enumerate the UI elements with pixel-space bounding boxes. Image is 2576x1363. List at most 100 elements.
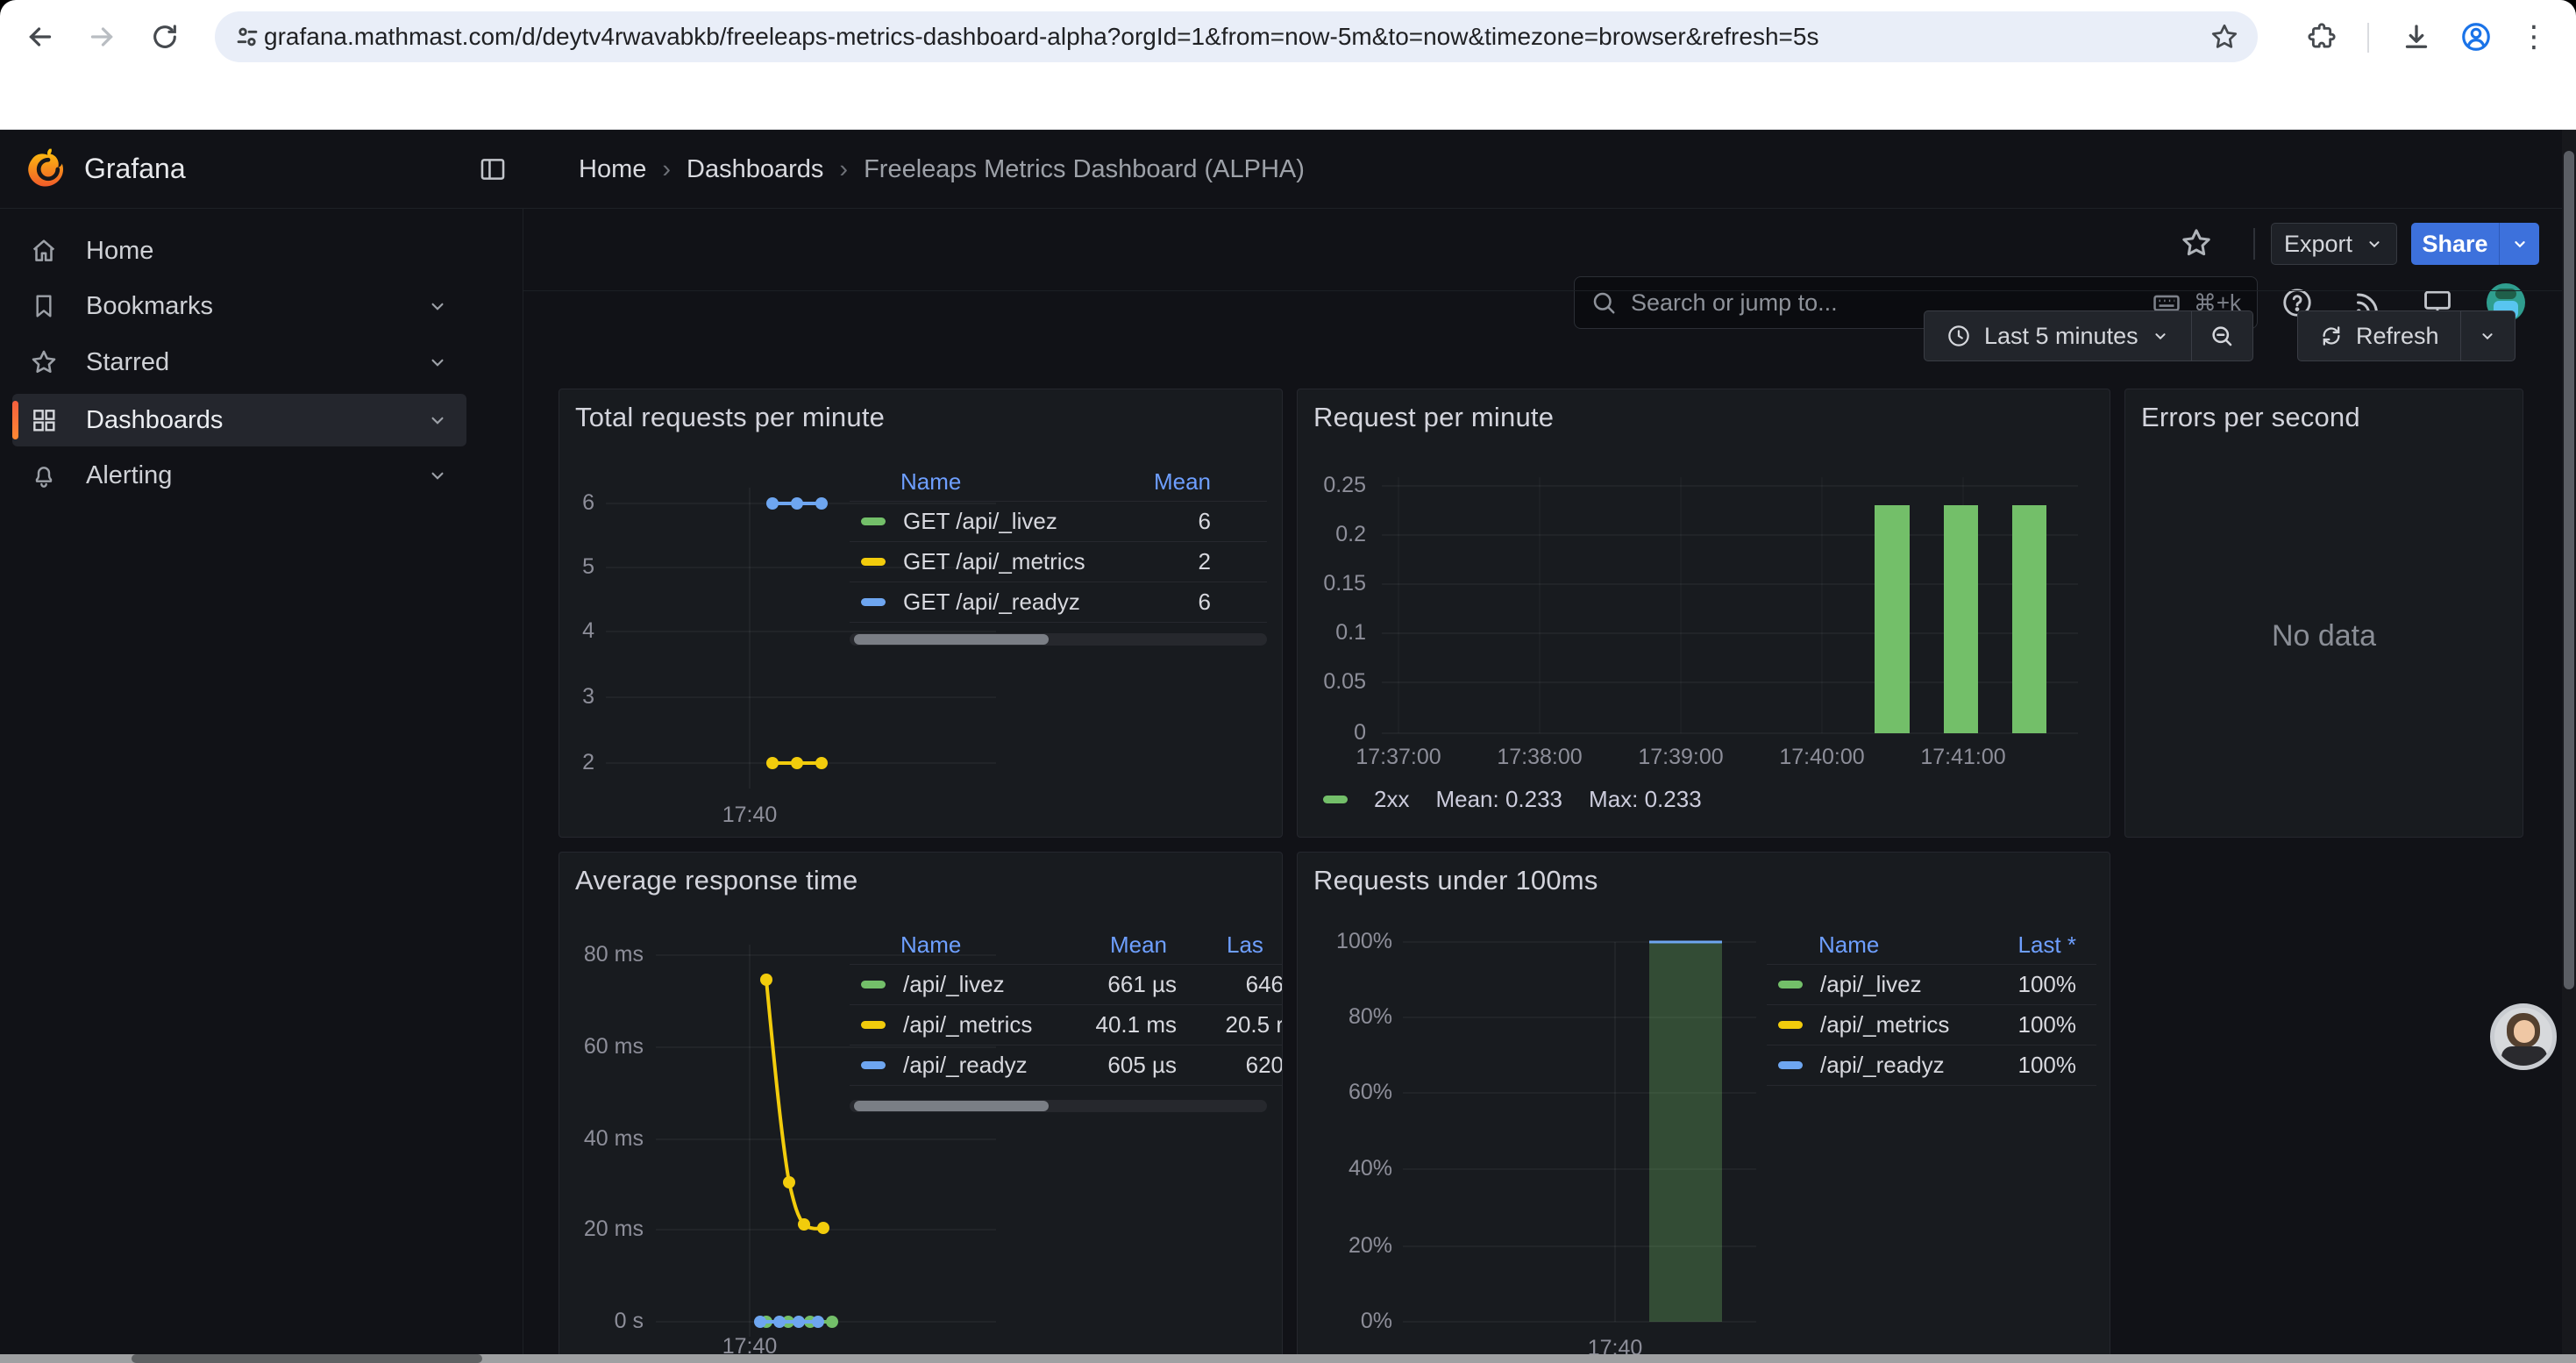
chevron-down-icon[interactable] xyxy=(426,464,449,487)
legend-row[interactable]: GET /api/_livez 6 xyxy=(850,502,1267,542)
bookmark-star-icon[interactable] xyxy=(2209,21,2240,53)
zoom-out-icon xyxy=(2209,323,2235,349)
sidebar-item-home[interactable]: Home xyxy=(12,225,466,277)
extensions-icon[interactable] xyxy=(2297,12,2346,61)
sidebar-item-dashboards[interactable]: Dashboards xyxy=(12,394,466,446)
share-menu-button[interactable] xyxy=(2499,223,2539,265)
legend-row[interactable]: /api/_readyz 605 µs 620 xyxy=(850,1045,1283,1086)
panel-request-per-minute: Request per minute 0.25 0.2 0.15 0.1 0.0… xyxy=(1297,389,2110,838)
y-tick: 40 ms xyxy=(559,1125,644,1152)
chevron-down-icon xyxy=(2365,234,2384,253)
panel-total-requests-per-minute: Total requests per minute 6 5 4 3 2 17:4… xyxy=(559,389,1283,838)
legend-row[interactable]: /api/_livez 661 µs 646 xyxy=(850,965,1283,1005)
sidebar-item-starred[interactable]: Starred xyxy=(12,336,466,389)
x-tick: 17:39:00 xyxy=(1619,744,1742,770)
col-last[interactable]: Last * xyxy=(2018,931,2097,959)
grafana-logo-icon[interactable] xyxy=(25,144,72,195)
legend-row[interactable]: /api/_livez 100% xyxy=(1767,965,2096,1005)
browser-toolbar: ⋮ xyxy=(0,0,2576,74)
reload-icon[interactable] xyxy=(140,12,189,61)
y-tick: 0.15 xyxy=(1298,570,1366,596)
sidebar-item-label: Home xyxy=(86,237,153,266)
series-mean: 2 xyxy=(1199,548,1267,575)
sidebar-item-label: Dashboards xyxy=(86,406,223,435)
y-tick: 0.05 xyxy=(1298,668,1366,695)
legend-table: Name Mean Las /api/_livez 661 µs 646 /ap… xyxy=(850,926,1283,1086)
col-name[interactable]: Name xyxy=(900,931,1050,959)
legend-row[interactable]: /api/_readyz 100% xyxy=(1767,1045,2096,1086)
legend-header: Name Mean xyxy=(850,463,1267,502)
series-mean: Mean: 0.233 xyxy=(1435,786,1562,813)
panel-title[interactable]: Errors per second xyxy=(2141,402,2360,433)
series-swatch xyxy=(861,598,886,606)
sidebar-item-bookmarks[interactable]: Bookmarks xyxy=(12,280,466,332)
assistant-avatar[interactable] xyxy=(2490,1003,2557,1070)
col-last[interactable]: Las xyxy=(1167,931,1281,959)
breadcrumb-home[interactable]: Home xyxy=(579,155,646,184)
dashboards-grid-icon xyxy=(28,406,60,434)
col-mean[interactable]: Mean xyxy=(1050,931,1167,959)
series-last: 100% xyxy=(2018,1011,2097,1038)
refresh-controls: Refresh xyxy=(2297,310,2516,361)
zoom-out-button[interactable] xyxy=(2191,311,2252,360)
y-tick: 20 ms xyxy=(559,1216,644,1242)
series-last: 100% xyxy=(2018,1052,2097,1079)
time-controls: Last 5 minutes xyxy=(1924,310,2253,361)
chevron-down-icon[interactable] xyxy=(426,409,449,432)
legend-row[interactable]: /api/_metrics 100% xyxy=(1767,1005,2096,1045)
actions-divider xyxy=(2253,228,2255,260)
legend[interactable]: 2xx Mean: 0.233 Max: 0.233 xyxy=(1323,786,1702,813)
legend-header: Name Mean Las xyxy=(850,926,1283,965)
series-swatch xyxy=(861,558,886,566)
bookmark-icon xyxy=(28,292,60,320)
back-icon[interactable] xyxy=(16,12,65,61)
horizontal-scrollbar[interactable] xyxy=(0,1354,2576,1363)
star-icon xyxy=(28,347,60,377)
share-button-group: Share xyxy=(2411,223,2539,265)
browser-menu-icon[interactable]: ⋮ xyxy=(2509,12,2558,61)
share-button[interactable]: Share xyxy=(2411,223,2499,265)
time-range-picker[interactable]: Last 5 minutes xyxy=(1925,311,2191,360)
screen: ⋮ Freeleaps 收藏博客 Grafana xyxy=(0,0,2576,1363)
grafana-header: Grafana Home › Dashboards › Freeleaps Me… xyxy=(0,130,2576,209)
favorite-star-icon[interactable] xyxy=(2177,224,2216,262)
export-button[interactable]: Export xyxy=(2271,223,2397,265)
sidebar-item-alerting[interactable]: Alerting xyxy=(12,449,466,502)
sidebar-item-label: Bookmarks xyxy=(86,292,213,321)
legend-row[interactable]: GET /api/_metrics 2 xyxy=(850,542,1267,582)
bell-icon xyxy=(28,461,60,489)
breadcrumb-dashboards[interactable]: Dashboards xyxy=(687,155,823,184)
url-input[interactable] xyxy=(262,22,2209,52)
series-name: /api/_metrics xyxy=(903,1011,1035,1038)
downloads-icon[interactable] xyxy=(2392,12,2441,61)
y-tick: 60 ms xyxy=(559,1033,644,1060)
sidebar-item-label: Alerting xyxy=(86,461,172,490)
col-name[interactable]: Name xyxy=(1818,931,2018,959)
col-name[interactable]: Name xyxy=(900,468,1154,496)
col-mean[interactable]: Mean xyxy=(1154,468,1267,496)
forward-icon[interactable] xyxy=(77,12,126,61)
refresh-interval-button[interactable] xyxy=(2460,311,2515,360)
refresh-button[interactable]: Refresh xyxy=(2298,311,2460,360)
series-swatch xyxy=(861,981,886,988)
home-icon xyxy=(28,236,60,266)
chevron-down-icon[interactable] xyxy=(426,295,449,318)
profile-avatar-icon[interactable] xyxy=(2451,12,2501,61)
series-name: /api/_livez xyxy=(903,971,1035,998)
url-bar[interactable] xyxy=(215,11,2258,62)
series-name: 2xx xyxy=(1374,786,1409,813)
series-swatch xyxy=(861,1021,886,1029)
series-last: 20.5 r xyxy=(1177,1011,1283,1038)
legend-scrollbar[interactable] xyxy=(850,633,1267,646)
panel-requests-under-100ms: Requests under 100ms 100% 80% 60% 40% 20… xyxy=(1297,852,2110,1363)
vertical-scrollbar[interactable] xyxy=(2562,130,2576,1363)
breadcrumb-separator: › xyxy=(662,155,671,184)
legend-row[interactable]: /api/_metrics 40.1 ms 20.5 r xyxy=(850,1005,1283,1045)
chevron-down-icon[interactable] xyxy=(426,351,449,374)
series-swatch xyxy=(861,1061,886,1069)
site-settings-icon[interactable] xyxy=(232,22,262,52)
legend-row[interactable]: GET /api/_readyz 6 xyxy=(850,582,1267,623)
collapse-sidebar-icon[interactable] xyxy=(473,150,512,189)
y-tick: 2 xyxy=(559,749,594,775)
legend-scrollbar[interactable] xyxy=(850,1100,1267,1112)
